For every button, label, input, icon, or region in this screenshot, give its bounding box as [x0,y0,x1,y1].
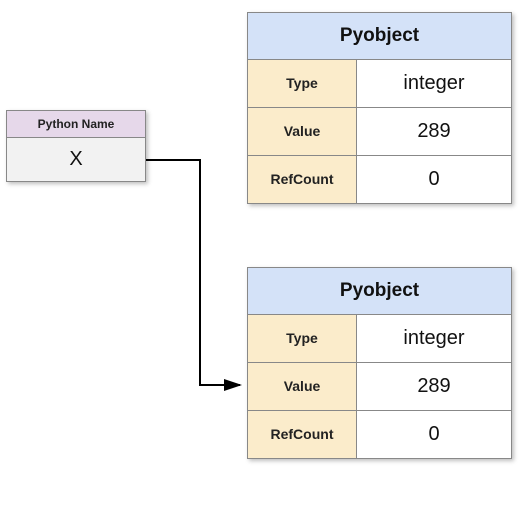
pyobject-row-value: 289 [357,363,512,411]
pyobject-row-label: RefCount [247,411,357,459]
pyobject-title: Pyobject [247,267,512,315]
pyobject-row-type: Type integer [247,60,512,108]
pyobject-box-1: Pyobject Type integer Value 289 RefCount… [247,12,512,204]
pyobject-title: Pyobject [247,12,512,60]
pyobject-row-refcount: RefCount 0 [247,156,512,204]
pyobject-row-value: 289 [357,108,512,156]
pyobject-row-value: integer [357,60,512,108]
python-name-value: X [7,138,145,181]
pyobject-row-value: 0 [357,411,512,459]
pyobject-row-label: RefCount [247,156,357,204]
pyobject-row-value: integer [357,315,512,363]
pyobject-row-label: Value [247,363,357,411]
pyobject-row-type: Type integer [247,315,512,363]
pyobject-row-label: Value [247,108,357,156]
pyobject-row-value: Value 289 [247,108,512,156]
pyobject-box-2: Pyobject Type integer Value 289 RefCount… [247,267,512,459]
pyobject-row-value: Value 289 [247,363,512,411]
pyobject-row-label: Type [247,315,357,363]
pyobject-row-refcount: RefCount 0 [247,411,512,459]
pyobject-row-value: 0 [357,156,512,204]
pyobject-row-label: Type [247,60,357,108]
python-name-header: Python Name [7,111,145,138]
python-name-box: Python Name X [6,110,146,182]
